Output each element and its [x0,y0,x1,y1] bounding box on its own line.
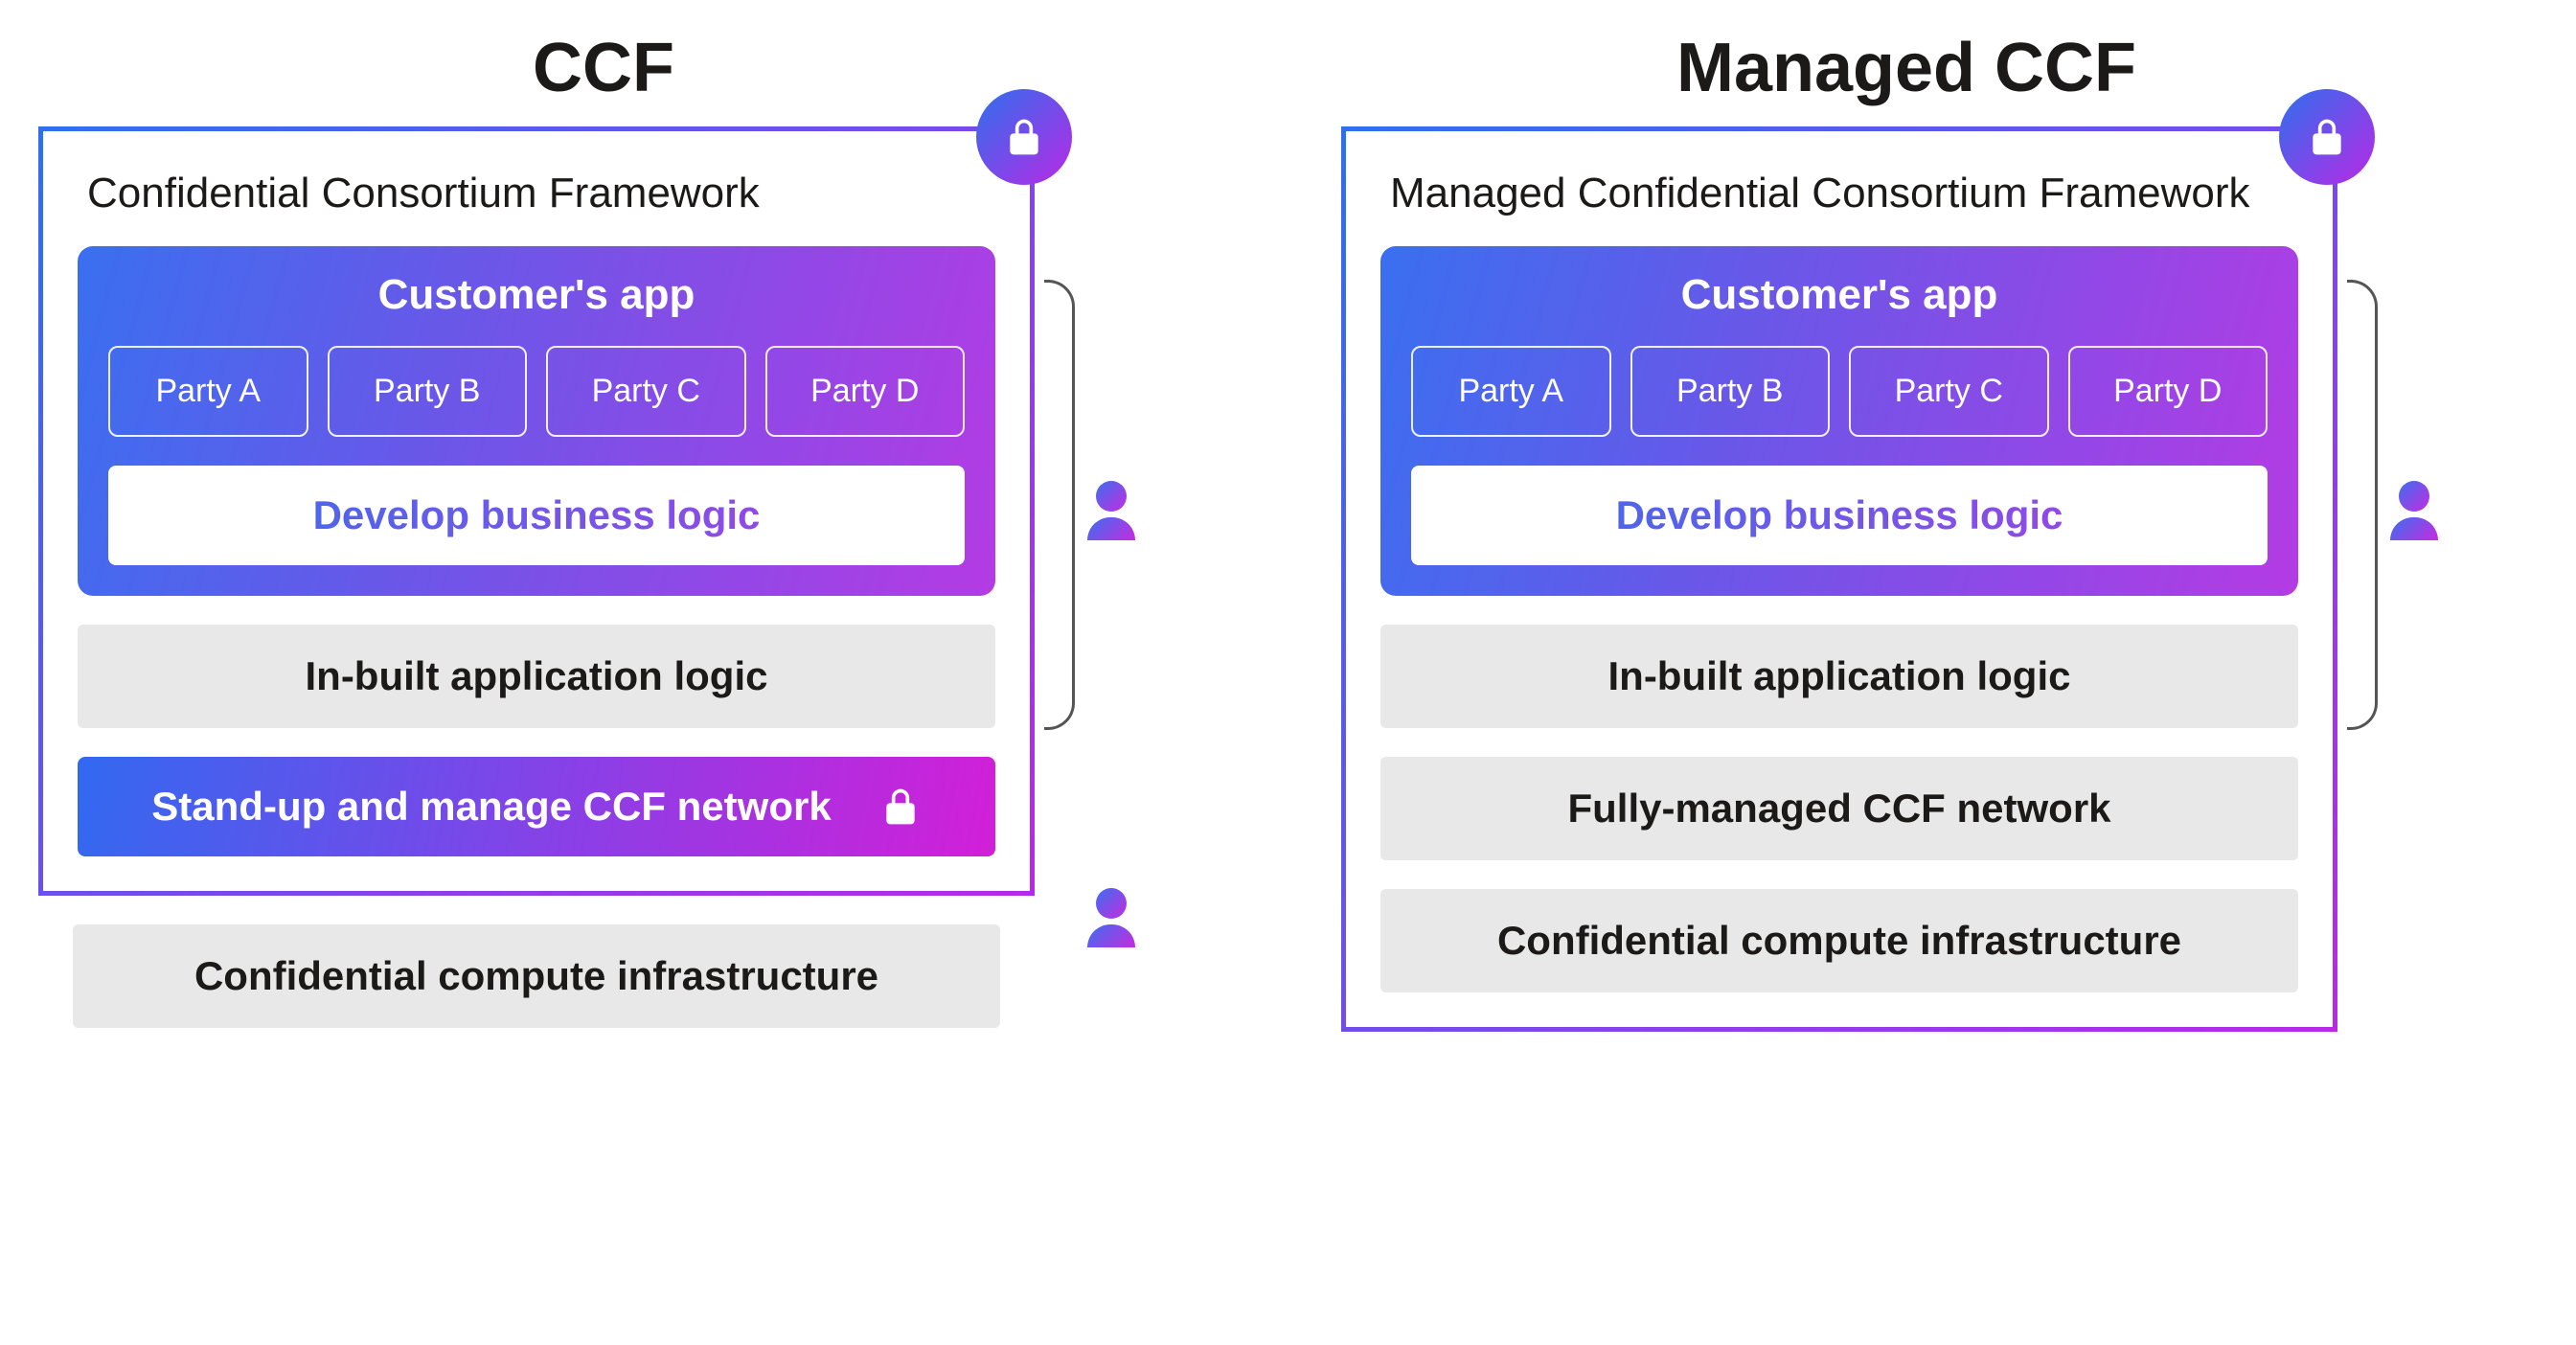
ccf-title: CCF [533,29,674,107]
lock-icon [2279,89,2375,185]
managed-framework-box: Managed Confidential Consortium Framewor… [1341,126,2337,1032]
inbuilt-logic-layer: In-built application logic [1380,625,2298,728]
standup-network-bar: Stand-up and manage CCF network [78,757,995,856]
brace-icon [1044,280,1075,730]
party-a: Party A [108,346,308,437]
parties-row: Party A Party B Party C Party D [108,346,965,437]
parties-row: Party A Party B Party C Party D [1411,346,2268,437]
party-c: Party C [546,346,746,437]
develop-logic-bar: Develop business logic [108,466,965,565]
customer-app-title: Customer's app [108,271,965,319]
standup-network-label: Stand-up and manage CCF network [151,784,831,830]
party-c: Party C [1849,346,2049,437]
managed-framework-title: Managed Confidential Consortium Framewor… [1390,170,2298,217]
customer-app-panel: Customer's app Party A Party B Party C P… [1380,246,2298,596]
brace-icon [2347,280,2378,730]
confidential-infra-layer: Confidential compute infrastructure [73,924,1000,1028]
party-d: Party D [2068,346,2268,437]
managed-ccf-column: Managed CCF Managed Confidential Consort… [1341,29,2472,1032]
party-b: Party B [1630,346,1831,437]
party-a: Party A [1411,346,1611,437]
person-icon [1087,481,1135,538]
person-icon [2390,481,2438,538]
person-icon [1087,888,1135,946]
develop-logic-label: Develop business logic [1411,466,2268,565]
ccf-column: CCF Confidential Consortium Framework Cu… [38,29,1169,1032]
ccf-framework-box: Confidential Consortium Framework Custom… [38,126,1035,896]
ccf-framework-title: Confidential Consortium Framework [87,170,995,217]
party-b: Party B [328,346,528,437]
customer-app-title: Customer's app [1411,271,2268,319]
develop-logic-label: Develop business logic [108,466,965,565]
managed-ccf-title: Managed CCF [1676,29,2136,107]
managed-network-layer: Fully-managed CCF network [1380,757,2298,860]
diagram: CCF Confidential Consortium Framework Cu… [38,29,2538,1032]
customer-app-panel: Customer's app Party A Party B Party C P… [78,246,995,596]
party-d: Party D [765,346,966,437]
inbuilt-logic-layer: In-built application logic [78,625,995,728]
lock-icon [879,786,922,828]
develop-logic-bar: Develop business logic [1411,466,2268,565]
lock-icon [976,89,1072,185]
confidential-infra-layer: Confidential compute infrastructure [1380,889,2298,992]
